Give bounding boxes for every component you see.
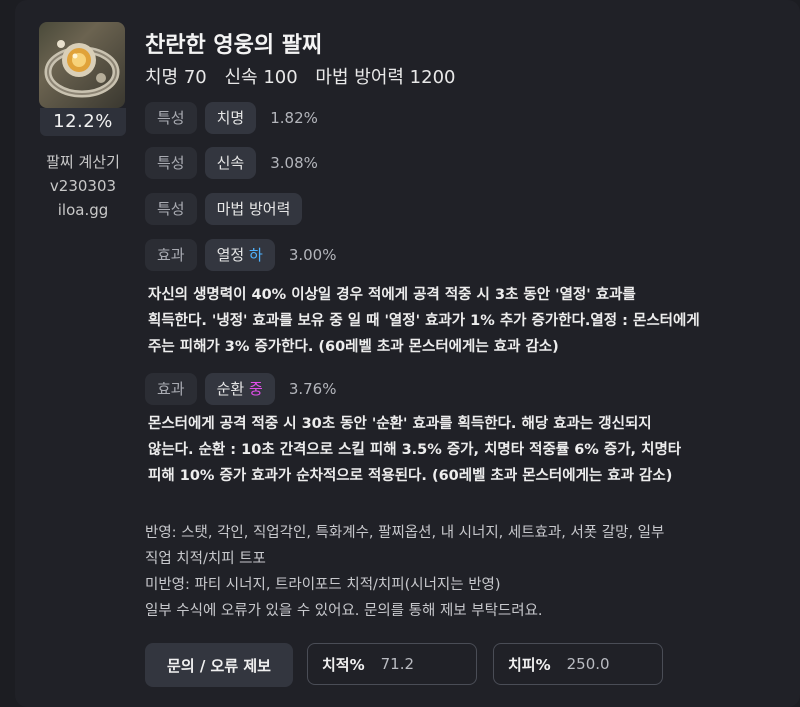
calculator-name: 팔찌 계산기 — [46, 153, 120, 171]
effect-level: 하 — [249, 246, 263, 264]
stat-magic-defense: 마법 방어력 1200 — [315, 67, 456, 88]
bracelet-icon — [39, 22, 125, 108]
item-stats: 치명 70 신속 100 마법 방어력 1200 — [145, 63, 467, 89]
crit-damage-input[interactable] — [564, 654, 649, 674]
option-name-chip: 마법 방어력 — [204, 193, 303, 225]
option-type-chip: 효과 — [145, 373, 197, 405]
crit-rate-input[interactable] — [378, 654, 463, 674]
option-type-chip: 특성 — [145, 102, 197, 134]
description-line: 자신의 생명력이 40% 이상일 경우 적에게 공격 적중 시 3초 동안 '열… — [148, 287, 636, 303]
option-type-chip: 특성 — [145, 193, 197, 225]
note-line: 미반영: 파티 시너지, 트라이포드 치적/치피(시너지는 반영) — [145, 577, 501, 593]
crit-rate-field[interactable]: 치적% — [307, 643, 477, 685]
effect-description: 몬스터에게 공격 적중 시 30초 동안 '순환' 효과를 획득한다. 해당 효… — [148, 411, 768, 489]
description-line: 획득한다. '냉정' 효과를 보유 중 일 때 '열정' 효과가 1% 추가 증… — [148, 313, 700, 329]
option-value: 1.82% — [270, 109, 318, 127]
option-row: 특성 마법 방어력 — [145, 193, 310, 225]
option-value: 3.08% — [270, 154, 318, 172]
description-line: 주는 피해가 3% 증가한다. (60레벨 초과 몬스터에게는 효과 감소) — [148, 339, 559, 355]
option-value: 3.00% — [288, 246, 337, 264]
stat-crit: 치명 70 — [145, 67, 207, 88]
stat-swiftness: 신속 100 — [224, 67, 298, 88]
efficiency-percent: 12.2% — [40, 108, 126, 136]
note-line: 일부 수식에 오류가 있을 수 있어요. 문의를 통해 제보 부탁드려요. — [145, 603, 543, 619]
effect-name: 순환 — [216, 380, 245, 398]
option-row: 효과 열정 하 3.00% — [145, 239, 336, 271]
calculator-version: v230303 — [49, 177, 117, 195]
calculation-notes: 반영: 스탯, 각인, 직업각인, 특화계수, 팔찌옵션, 내 시너지, 세트효… — [145, 520, 775, 624]
option-name-chip: 신속 — [204, 147, 257, 179]
option-value: 3.76% — [288, 380, 337, 398]
option-row: 특성 신속 3.08% — [145, 147, 318, 179]
description-line: 몬스터에게 공격 적중 시 30초 동안 '순환' 효과를 획득한다. 해당 효… — [148, 416, 652, 432]
effect-description: 자신의 생명력이 40% 이상일 경우 적에게 공격 적중 시 3초 동안 '열… — [148, 282, 768, 360]
description-line: 않는다. 순환 : 10초 간격으로 스킬 피해 3.5% 증가, 치명타 적중… — [148, 442, 682, 458]
crit-damage-label: 치피% — [508, 655, 551, 674]
report-button[interactable]: 문의 / 오류 제보 — [145, 643, 293, 687]
crit-rate-label: 치적% — [322, 655, 365, 674]
note-line: 직업 치적/치피 트포 — [145, 551, 266, 567]
site-name: iloa.gg — [57, 201, 109, 219]
option-row: 특성 치명 1.82% — [145, 102, 318, 134]
option-type-chip: 효과 — [145, 239, 197, 271]
option-name-chip: 열정 하 — [204, 239, 275, 271]
note-line: 반영: 스탯, 각인, 직업각인, 특화계수, 팔찌옵션, 내 시너지, 세트효… — [145, 525, 665, 541]
option-name-chip: 치명 — [204, 102, 257, 134]
option-name-chip: 순환 중 — [204, 373, 275, 405]
option-row: 효과 순환 중 3.76% — [145, 373, 336, 405]
item-title: 찬란한 영웅의 팔찌 — [145, 33, 323, 58]
description-line: 피해 10% 증가 효과가 순차적으로 적용된다. (60레벨 초과 몬스터에게… — [148, 468, 673, 484]
item-sidebar: 12.2% 팔찌 계산기 v230303 iloa.gg — [39, 22, 127, 222]
calculator-info: 팔찌 계산기 v230303 iloa.gg — [39, 150, 127, 222]
effect-name: 열정 — [216, 246, 245, 264]
crit-damage-field[interactable]: 치피% — [493, 643, 663, 685]
effect-level: 중 — [249, 380, 263, 398]
option-type-chip: 특성 — [145, 147, 197, 179]
